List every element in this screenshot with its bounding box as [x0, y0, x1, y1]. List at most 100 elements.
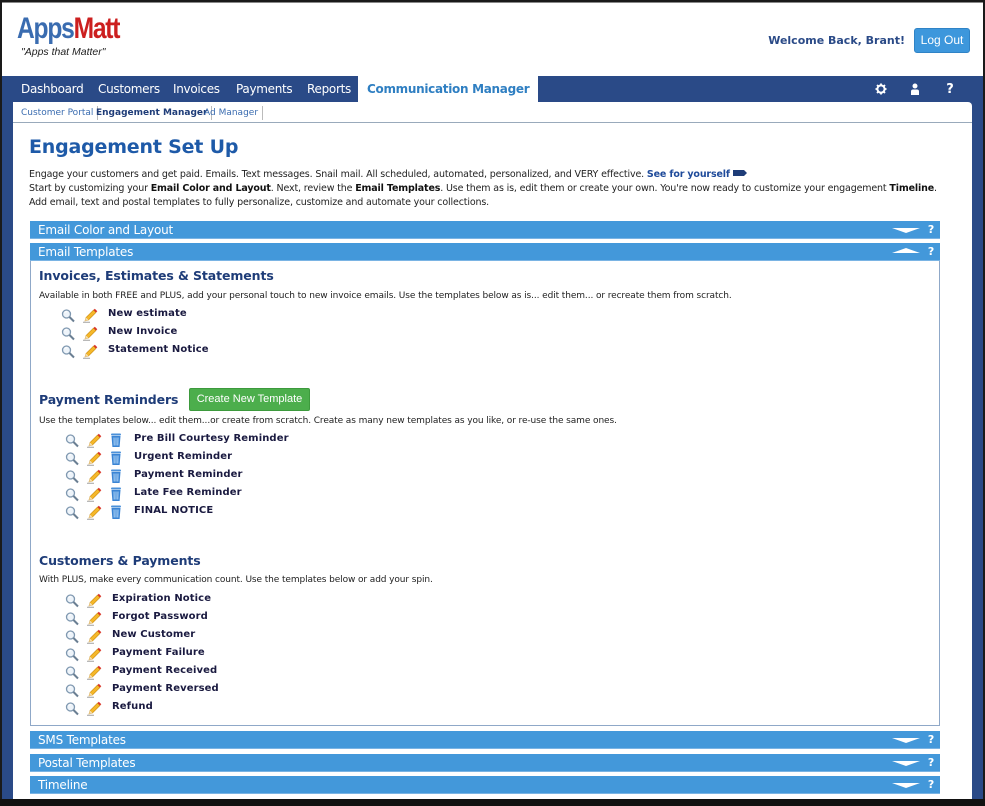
- preview-icon[interactable]: [64, 432, 80, 448]
- page-title: Engagement Set Up: [29, 136, 239, 158]
- create-new-template-button[interactable]: Create New Template: [189, 388, 310, 411]
- template-name[interactable]: Payment Reversed: [112, 683, 219, 694]
- preview-icon[interactable]: [64, 664, 80, 680]
- accordion-timeline[interactable]: Timeline ?: [30, 776, 940, 794]
- appsmatt-logo[interactable]: AppsMatt "Apps that Matter": [17, 13, 142, 59]
- accordion-sms-templates[interactable]: SMS Templates ?: [30, 731, 940, 749]
- nav-dashboard[interactable]: Dashboard: [21, 76, 84, 102]
- template-name[interactable]: FINAL NOTICE: [134, 505, 213, 516]
- template-name[interactable]: Urgent Reminder: [134, 451, 232, 462]
- intro-timeline-bold: Timeline: [889, 183, 934, 194]
- edit-pencil-icon[interactable]: [86, 610, 102, 626]
- template-row: Urgent Reminder: [64, 449, 364, 467]
- template-name[interactable]: Refund: [112, 701, 153, 712]
- help-icon[interactable]: ?: [928, 754, 934, 772]
- help-icon[interactable]: ?: [928, 731, 934, 749]
- edit-pencil-icon[interactable]: [82, 325, 98, 341]
- template-name[interactable]: New estimate: [108, 308, 187, 319]
- delete-trash-icon[interactable]: [108, 450, 124, 466]
- video-camera-icon[interactable]: [732, 170, 747, 176]
- preview-icon[interactable]: [64, 450, 80, 466]
- gear-icon[interactable]: [872, 76, 890, 102]
- preview-icon[interactable]: [64, 592, 80, 608]
- edit-pencil-icon[interactable]: [86, 504, 102, 520]
- template-name[interactable]: New Customer: [112, 629, 195, 640]
- edit-pencil-icon[interactable]: [86, 682, 102, 698]
- help-icon[interactable]: ?: [928, 221, 934, 239]
- chevron-down-icon[interactable]: [892, 228, 920, 233]
- template-row: New Invoice: [60, 324, 360, 342]
- welcome-message: Welcome Back, Brant!: [768, 34, 905, 47]
- nav-reports[interactable]: Reports: [307, 76, 351, 102]
- edit-pencil-icon[interactable]: [86, 450, 102, 466]
- edit-pencil-icon[interactable]: [86, 468, 102, 484]
- preview-icon[interactable]: [64, 610, 80, 626]
- delete-trash-icon[interactable]: [108, 504, 124, 520]
- preview-icon[interactable]: [64, 468, 80, 484]
- accordion-label: Postal Templates: [38, 756, 136, 770]
- edit-pencil-icon[interactable]: [86, 646, 102, 662]
- preview-icon[interactable]: [64, 646, 80, 662]
- delete-trash-icon[interactable]: [108, 468, 124, 484]
- preview-icon[interactable]: [64, 682, 80, 698]
- chevron-up-icon[interactable]: [892, 248, 920, 253]
- nav-communication-manager[interactable]: Communication Manager: [358, 76, 539, 102]
- preview-icon[interactable]: [60, 343, 76, 359]
- header: AppsMatt "Apps that Matter" Welcome Back…: [2, 3, 983, 76]
- template-row: Late Fee Reminder: [64, 485, 364, 503]
- preview-icon[interactable]: [64, 486, 80, 502]
- help-icon[interactable]: ?: [941, 76, 959, 102]
- window-bottom-edge: [0, 799, 985, 806]
- template-row: New Customer: [64, 627, 364, 645]
- preview-icon[interactable]: [64, 504, 80, 520]
- edit-pencil-icon[interactable]: [86, 592, 102, 608]
- template-name[interactable]: Expiration Notice: [112, 593, 211, 604]
- delete-trash-icon[interactable]: [108, 486, 124, 502]
- nav-customers[interactable]: Customers: [98, 76, 160, 102]
- edit-pencil-icon[interactable]: [86, 486, 102, 502]
- chevron-down-icon[interactable]: [892, 738, 920, 743]
- logout-button[interactable]: Log Out: [914, 28, 970, 53]
- nav-invoices[interactable]: Invoices: [173, 76, 220, 102]
- preview-icon[interactable]: [64, 628, 80, 644]
- intro-email-color-bold: Email Color and Layout: [150, 183, 271, 194]
- nav-payments[interactable]: Payments: [236, 76, 293, 102]
- section-desc-invoices: Available in both FREE and PLUS, add you…: [39, 291, 732, 301]
- app-window: AppsMatt "Apps that Matter" Welcome Back…: [2, 2, 983, 802]
- intro-text-segment: . Use them as is, edit them or create yo…: [440, 183, 890, 194]
- chevron-down-icon[interactable]: [892, 761, 920, 766]
- subnav-engagement-manager[interactable]: Engagement Manager: [92, 106, 213, 120]
- template-name[interactable]: Pre Bill Courtesy Reminder: [134, 433, 289, 444]
- preview-icon[interactable]: [64, 700, 80, 716]
- accordion-email-color-layout[interactable]: Email Color and Layout ?: [30, 221, 940, 239]
- accordion-email-templates[interactable]: Email Templates ?: [30, 243, 940, 261]
- edit-pencil-icon[interactable]: [82, 343, 98, 359]
- main-nav: Dashboard Customers Invoices Payments Re…: [2, 76, 983, 102]
- delete-trash-icon[interactable]: [108, 432, 124, 448]
- help-icon[interactable]: ?: [928, 776, 934, 794]
- accordion-label: SMS Templates: [38, 733, 126, 747]
- edit-pencil-icon[interactable]: [86, 628, 102, 644]
- subnav-customer-portal[interactable]: Customer Portal: [17, 106, 99, 120]
- edit-pencil-icon[interactable]: [82, 307, 98, 323]
- template-name[interactable]: Late Fee Reminder: [134, 487, 242, 498]
- template-name[interactable]: Statement Notice: [108, 344, 209, 355]
- help-icon[interactable]: ?: [928, 243, 934, 261]
- subnav-ad-manager[interactable]: Ad Manager: [200, 106, 264, 120]
- accordion-label: Email Color and Layout: [38, 223, 174, 237]
- edit-pencil-icon[interactable]: [86, 700, 102, 716]
- template-name[interactable]: Payment Failure: [112, 647, 205, 658]
- preview-icon[interactable]: [60, 325, 76, 341]
- section-desc-reminders: Use the templates below... edit them...o…: [39, 416, 617, 426]
- user-icon[interactable]: [906, 76, 924, 102]
- edit-pencil-icon[interactable]: [86, 664, 102, 680]
- template-name[interactable]: Payment Reminder: [134, 469, 243, 480]
- preview-icon[interactable]: [60, 307, 76, 323]
- template-name[interactable]: Forgot Password: [112, 611, 208, 622]
- template-name[interactable]: Payment Received: [112, 665, 217, 676]
- accordion-postal-templates[interactable]: Postal Templates ?: [30, 754, 940, 772]
- edit-pencil-icon[interactable]: [86, 432, 102, 448]
- see-for-yourself-link[interactable]: See for yourself: [647, 169, 730, 180]
- template-name[interactable]: New Invoice: [108, 326, 177, 337]
- chevron-down-icon[interactable]: [892, 783, 920, 788]
